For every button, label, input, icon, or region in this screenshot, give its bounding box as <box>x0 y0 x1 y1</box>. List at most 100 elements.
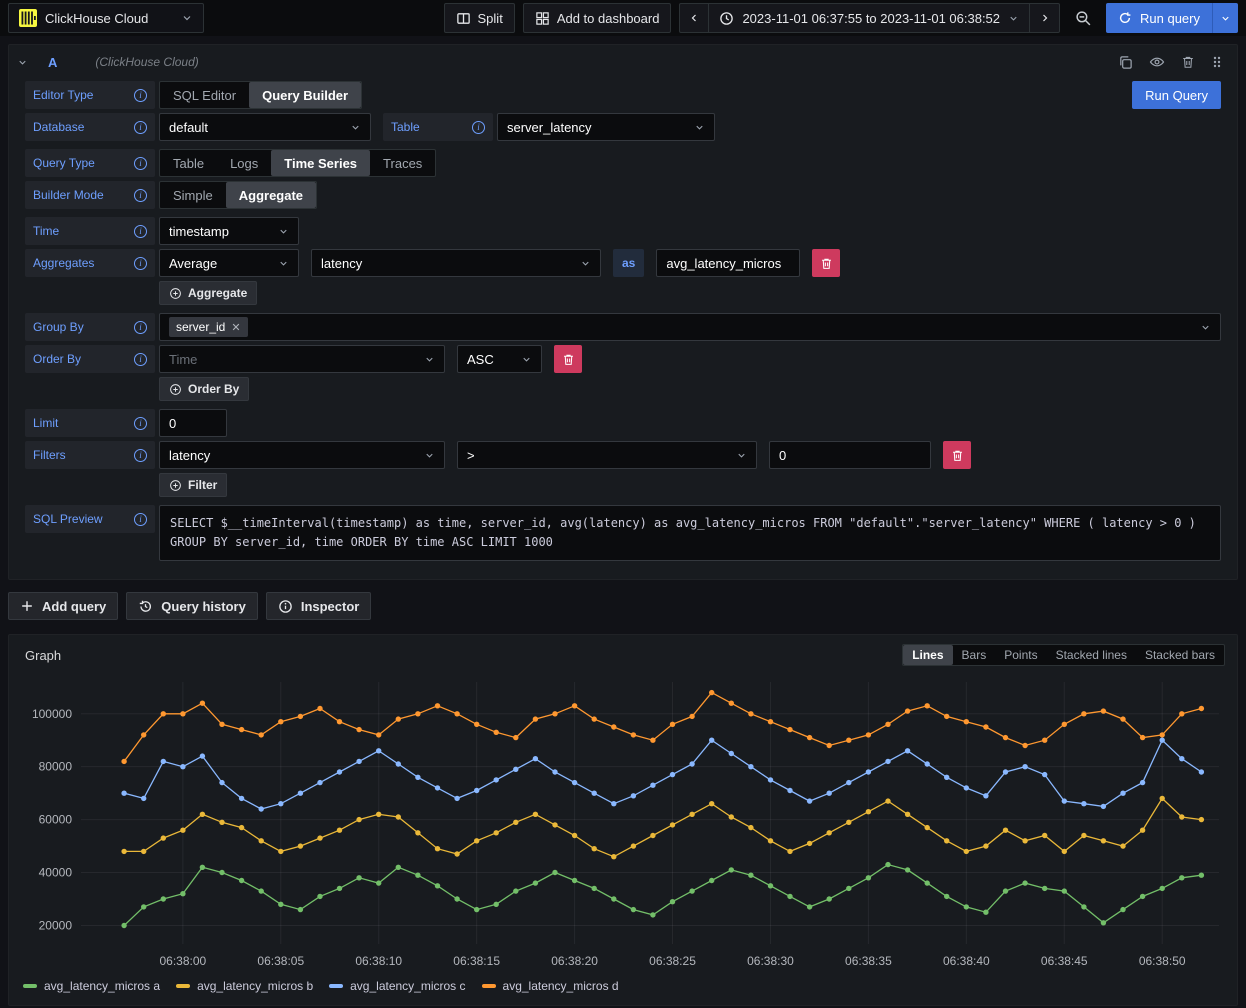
run-query-editor-button[interactable]: Run Query <box>1132 81 1221 109</box>
group-by-tags: server_id✕ <box>169 317 1194 337</box>
aggregate-function-select[interactable]: Average <box>159 249 299 277</box>
time-label: Timei <box>25 217 155 245</box>
option-points[interactable]: Points <box>995 645 1046 665</box>
legend-item[interactable]: avg_latency_micros b <box>176 979 313 993</box>
filter-column-select[interactable]: latency <box>159 441 445 469</box>
datasource-picker[interactable]: ClickHouse Cloud <box>8 3 204 33</box>
order-by-field-select[interactable]: Time <box>159 345 445 373</box>
duplicate-query-icon[interactable] <box>1118 55 1133 70</box>
delete-query-trash-icon[interactable] <box>1181 55 1195 69</box>
latency-chart[interactable]: 2000040000600008000010000006:38:0006:38:… <box>15 674 1231 974</box>
legend-item[interactable]: avg_latency_micros c <box>329 979 465 993</box>
info-icon[interactable]: i <box>472 121 485 134</box>
query-type-radio-group: TableLogsTime SeriesTraces <box>159 149 436 177</box>
database-select[interactable]: default <box>159 113 371 141</box>
sql-preview-text: SELECT $__timeInterval(timestamp) as tim… <box>159 505 1221 561</box>
group-by-tag[interactable]: server_id✕ <box>169 317 248 337</box>
graph-mode-radio-group: LinesBarsPointsStacked linesStacked bars <box>902 644 1225 666</box>
info-icon[interactable]: i <box>134 189 147 202</box>
chart-legend: avg_latency_micros a avg_latency_micros b… <box>9 977 1237 999</box>
add-to-dashboard-button[interactable]: Add to dashboard <box>523 3 672 33</box>
info-icon[interactable]: i <box>134 513 147 526</box>
run-query-split-button: Run query <box>1106 3 1238 33</box>
option-traces[interactable]: Traces <box>370 150 435 176</box>
info-icon[interactable]: i <box>134 157 147 170</box>
option-aggregate[interactable]: Aggregate <box>226 182 316 208</box>
svg-text:20000: 20000 <box>39 918 73 932</box>
legend-swatch <box>23 984 37 988</box>
limit-input[interactable]: 0 <box>159 409 227 437</box>
option-stacked-bars[interactable]: Stacked bars <box>1136 645 1224 665</box>
svg-text:06:38:30: 06:38:30 <box>747 954 794 968</box>
info-icon[interactable]: i <box>134 225 147 238</box>
group-by-label: Group Byi <box>25 313 155 341</box>
info-icon[interactable]: i <box>134 257 147 270</box>
option-simple[interactable]: Simple <box>160 182 226 208</box>
aggregate-column-select[interactable]: latency <box>311 249 601 277</box>
add-query-button[interactable]: Add query <box>8 592 118 620</box>
option-time-series[interactable]: Time Series <box>271 150 370 176</box>
split-button[interactable]: Split <box>444 3 515 33</box>
graph-panel-title: Graph <box>25 648 61 663</box>
graph-panel: Graph LinesBarsPointsStacked linesStacke… <box>8 634 1238 1006</box>
filter-operator-select[interactable]: > <box>457 441 757 469</box>
info-icon[interactable]: i <box>134 121 147 134</box>
query-datasource-hint: (ClickHouse Cloud) <box>95 55 1108 69</box>
order-direction-select[interactable]: ASC <box>457 345 542 373</box>
time-shift-back-button[interactable] <box>679 3 709 33</box>
info-circle-icon <box>278 599 293 614</box>
option-query-builder[interactable]: Query Builder <box>249 82 361 108</box>
time-range-button[interactable]: 2023-11-01 06:37:55 to 2023-11-01 06:38:… <box>709 3 1030 33</box>
info-icon[interactable]: i <box>134 449 147 462</box>
table-select[interactable]: server_latency <box>497 113 715 141</box>
info-icon[interactable]: i <box>134 353 147 366</box>
add-order-by-button[interactable]: Order By <box>159 377 249 401</box>
plus-icon <box>20 599 34 613</box>
svg-text:06:38:35: 06:38:35 <box>845 954 892 968</box>
database-label: Databasei <box>25 113 155 141</box>
filters-label: Filtersi <box>25 441 155 469</box>
sql-preview-label: SQL Previewi <box>25 505 155 533</box>
group-by-multiselect[interactable]: server_id✕ <box>159 313 1221 341</box>
svg-text:06:38:45: 06:38:45 <box>1041 954 1088 968</box>
zoom-out-time-button[interactable] <box>1068 3 1098 33</box>
collapse-chevron-icon[interactable] <box>17 57 28 68</box>
option-stacked-lines[interactable]: Stacked lines <box>1047 645 1136 665</box>
remove-filter-button[interactable] <box>943 441 971 469</box>
legend-swatch <box>176 984 190 988</box>
remove-tag-icon[interactable]: ✕ <box>231 321 240 334</box>
inspector-button[interactable]: Inspector <box>266 592 372 620</box>
time-shift-forward-button[interactable] <box>1030 3 1060 33</box>
legend-item[interactable]: avg_latency_micros d <box>482 979 619 993</box>
add-filter-button[interactable]: Filter <box>159 473 227 497</box>
aggregate-alias-input[interactable]: avg_latency_micros <box>656 249 800 277</box>
svg-text:06:38:20: 06:38:20 <box>551 954 598 968</box>
info-icon[interactable]: i <box>134 321 147 334</box>
svg-text:80000: 80000 <box>39 760 73 774</box>
split-label: Split <box>478 11 503 26</box>
remove-order-by-button[interactable] <box>554 345 582 373</box>
run-query-button[interactable]: Run query <box>1106 3 1212 33</box>
svg-text:06:38:05: 06:38:05 <box>257 954 304 968</box>
query-history-button[interactable]: Query history <box>126 592 258 620</box>
hide-query-eye-icon[interactable] <box>1149 54 1165 70</box>
legend-item[interactable]: avg_latency_micros a <box>23 979 160 993</box>
option-bars[interactable]: Bars <box>953 645 996 665</box>
run-query-interval-dropdown[interactable] <box>1212 3 1238 33</box>
clock-icon <box>719 11 734 26</box>
add-aggregate-button[interactable]: Aggregate <box>159 281 257 305</box>
as-badge: as <box>613 249 644 277</box>
remove-aggregate-button[interactable] <box>812 249 840 277</box>
time-column-select[interactable]: timestamp <box>159 217 299 245</box>
option-table[interactable]: Table <box>160 150 217 176</box>
option-sql-editor[interactable]: SQL Editor <box>160 82 249 108</box>
query-row-header[interactable]: A (ClickHouse Cloud) <box>9 45 1237 79</box>
drag-handle-icon[interactable] <box>1211 55 1223 69</box>
option-logs[interactable]: Logs <box>217 150 271 176</box>
filter-value-input[interactable]: 0 <box>769 441 931 469</box>
svg-text:06:38:40: 06:38:40 <box>943 954 990 968</box>
option-lines[interactable]: Lines <box>903 645 952 665</box>
info-icon[interactable]: i <box>134 417 147 430</box>
info-icon[interactable]: i <box>134 89 147 102</box>
builder-mode-label: Builder Modei <box>25 181 155 209</box>
